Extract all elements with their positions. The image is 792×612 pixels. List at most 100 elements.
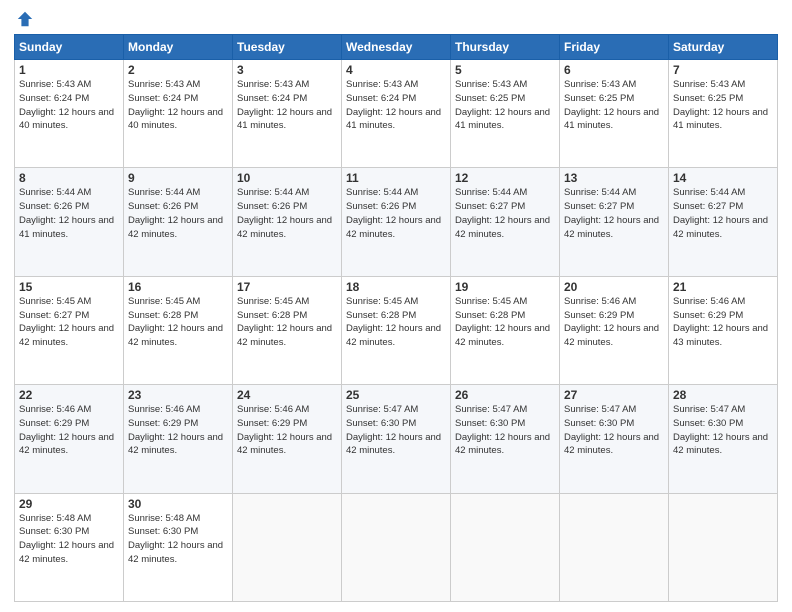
day-number: 12 xyxy=(455,171,555,185)
day-info: Sunrise: 5:43 AM Sunset: 6:25 PM Dayligh… xyxy=(564,78,664,133)
day-info: Sunrise: 5:44 AM Sunset: 6:26 PM Dayligh… xyxy=(19,186,119,241)
calendar-day-cell xyxy=(669,493,778,601)
day-number: 6 xyxy=(564,63,664,77)
day-info: Sunrise: 5:44 AM Sunset: 6:26 PM Dayligh… xyxy=(128,186,228,241)
calendar-day-cell: 7Sunrise: 5:43 AM Sunset: 6:25 PM Daylig… xyxy=(669,60,778,168)
calendar-day-cell xyxy=(451,493,560,601)
day-info: Sunrise: 5:45 AM Sunset: 6:27 PM Dayligh… xyxy=(19,295,119,350)
day-number: 7 xyxy=(673,63,773,77)
calendar-day-cell: 8Sunrise: 5:44 AM Sunset: 6:26 PM Daylig… xyxy=(15,168,124,276)
day-of-week-header: Thursday xyxy=(451,35,560,60)
day-number: 4 xyxy=(346,63,446,77)
calendar-day-cell: 4Sunrise: 5:43 AM Sunset: 6:24 PM Daylig… xyxy=(342,60,451,168)
calendar-day-cell xyxy=(233,493,342,601)
day-info: Sunrise: 5:46 AM Sunset: 6:29 PM Dayligh… xyxy=(19,403,119,458)
day-number: 10 xyxy=(237,171,337,185)
day-number: 29 xyxy=(19,497,119,511)
calendar-day-cell: 6Sunrise: 5:43 AM Sunset: 6:25 PM Daylig… xyxy=(560,60,669,168)
day-info: Sunrise: 5:43 AM Sunset: 6:25 PM Dayligh… xyxy=(455,78,555,133)
day-number: 9 xyxy=(128,171,228,185)
calendar-table: SundayMondayTuesdayWednesdayThursdayFrid… xyxy=(14,34,778,602)
day-info: Sunrise: 5:44 AM Sunset: 6:27 PM Dayligh… xyxy=(673,186,773,241)
day-number: 26 xyxy=(455,388,555,402)
day-info: Sunrise: 5:47 AM Sunset: 6:30 PM Dayligh… xyxy=(455,403,555,458)
day-number: 11 xyxy=(346,171,446,185)
calendar-week-row: 29Sunrise: 5:48 AM Sunset: 6:30 PM Dayli… xyxy=(15,493,778,601)
day-info: Sunrise: 5:44 AM Sunset: 6:27 PM Dayligh… xyxy=(564,186,664,241)
day-info: Sunrise: 5:45 AM Sunset: 6:28 PM Dayligh… xyxy=(455,295,555,350)
day-info: Sunrise: 5:46 AM Sunset: 6:29 PM Dayligh… xyxy=(237,403,337,458)
header xyxy=(14,10,778,28)
day-info: Sunrise: 5:43 AM Sunset: 6:25 PM Dayligh… xyxy=(673,78,773,133)
calendar-day-cell: 18Sunrise: 5:45 AM Sunset: 6:28 PM Dayli… xyxy=(342,276,451,384)
calendar-day-cell: 1Sunrise: 5:43 AM Sunset: 6:24 PM Daylig… xyxy=(15,60,124,168)
day-info: Sunrise: 5:48 AM Sunset: 6:30 PM Dayligh… xyxy=(19,512,119,567)
calendar-week-row: 8Sunrise: 5:44 AM Sunset: 6:26 PM Daylig… xyxy=(15,168,778,276)
day-info: Sunrise: 5:45 AM Sunset: 6:28 PM Dayligh… xyxy=(346,295,446,350)
calendar-day-cell: 16Sunrise: 5:45 AM Sunset: 6:28 PM Dayli… xyxy=(124,276,233,384)
day-info: Sunrise: 5:47 AM Sunset: 6:30 PM Dayligh… xyxy=(564,403,664,458)
day-info: Sunrise: 5:47 AM Sunset: 6:30 PM Dayligh… xyxy=(346,403,446,458)
day-info: Sunrise: 5:45 AM Sunset: 6:28 PM Dayligh… xyxy=(237,295,337,350)
day-of-week-header: Friday xyxy=(560,35,669,60)
calendar-page: SundayMondayTuesdayWednesdayThursdayFrid… xyxy=(0,0,792,612)
day-of-week-header: Sunday xyxy=(15,35,124,60)
calendar-day-cell: 14Sunrise: 5:44 AM Sunset: 6:27 PM Dayli… xyxy=(669,168,778,276)
day-info: Sunrise: 5:45 AM Sunset: 6:28 PM Dayligh… xyxy=(128,295,228,350)
calendar-day-cell: 24Sunrise: 5:46 AM Sunset: 6:29 PM Dayli… xyxy=(233,385,342,493)
day-info: Sunrise: 5:43 AM Sunset: 6:24 PM Dayligh… xyxy=(19,78,119,133)
calendar-day-cell: 29Sunrise: 5:48 AM Sunset: 6:30 PM Dayli… xyxy=(15,493,124,601)
calendar-day-cell: 26Sunrise: 5:47 AM Sunset: 6:30 PM Dayli… xyxy=(451,385,560,493)
calendar-day-cell: 12Sunrise: 5:44 AM Sunset: 6:27 PM Dayli… xyxy=(451,168,560,276)
calendar-day-cell xyxy=(342,493,451,601)
day-of-week-header: Wednesday xyxy=(342,35,451,60)
day-number: 22 xyxy=(19,388,119,402)
day-of-week-header: Saturday xyxy=(669,35,778,60)
day-info: Sunrise: 5:44 AM Sunset: 6:26 PM Dayligh… xyxy=(237,186,337,241)
day-number: 19 xyxy=(455,280,555,294)
calendar-week-row: 1Sunrise: 5:43 AM Sunset: 6:24 PM Daylig… xyxy=(15,60,778,168)
calendar-day-cell: 19Sunrise: 5:45 AM Sunset: 6:28 PM Dayli… xyxy=(451,276,560,384)
day-info: Sunrise: 5:43 AM Sunset: 6:24 PM Dayligh… xyxy=(237,78,337,133)
day-number: 27 xyxy=(564,388,664,402)
calendar-header-row: SundayMondayTuesdayWednesdayThursdayFrid… xyxy=(15,35,778,60)
day-number: 1 xyxy=(19,63,119,77)
calendar-day-cell: 21Sunrise: 5:46 AM Sunset: 6:29 PM Dayli… xyxy=(669,276,778,384)
day-number: 3 xyxy=(237,63,337,77)
calendar-day-cell: 17Sunrise: 5:45 AM Sunset: 6:28 PM Dayli… xyxy=(233,276,342,384)
day-number: 15 xyxy=(19,280,119,294)
calendar-day-cell: 10Sunrise: 5:44 AM Sunset: 6:26 PM Dayli… xyxy=(233,168,342,276)
day-number: 16 xyxy=(128,280,228,294)
day-number: 20 xyxy=(564,280,664,294)
day-info: Sunrise: 5:47 AM Sunset: 6:30 PM Dayligh… xyxy=(673,403,773,458)
day-info: Sunrise: 5:46 AM Sunset: 6:29 PM Dayligh… xyxy=(128,403,228,458)
day-info: Sunrise: 5:46 AM Sunset: 6:29 PM Dayligh… xyxy=(564,295,664,350)
day-number: 24 xyxy=(237,388,337,402)
day-number: 8 xyxy=(19,171,119,185)
calendar-day-cell: 3Sunrise: 5:43 AM Sunset: 6:24 PM Daylig… xyxy=(233,60,342,168)
calendar-week-row: 15Sunrise: 5:45 AM Sunset: 6:27 PM Dayli… xyxy=(15,276,778,384)
day-number: 13 xyxy=(564,171,664,185)
logo-icon xyxy=(16,10,34,28)
calendar-day-cell: 25Sunrise: 5:47 AM Sunset: 6:30 PM Dayli… xyxy=(342,385,451,493)
day-number: 23 xyxy=(128,388,228,402)
calendar-day-cell: 30Sunrise: 5:48 AM Sunset: 6:30 PM Dayli… xyxy=(124,493,233,601)
day-of-week-header: Monday xyxy=(124,35,233,60)
calendar-day-cell: 13Sunrise: 5:44 AM Sunset: 6:27 PM Dayli… xyxy=(560,168,669,276)
calendar-day-cell: 23Sunrise: 5:46 AM Sunset: 6:29 PM Dayli… xyxy=(124,385,233,493)
calendar-week-row: 22Sunrise: 5:46 AM Sunset: 6:29 PM Dayli… xyxy=(15,385,778,493)
calendar-day-cell: 11Sunrise: 5:44 AM Sunset: 6:26 PM Dayli… xyxy=(342,168,451,276)
logo xyxy=(14,10,34,28)
day-number: 2 xyxy=(128,63,228,77)
day-number: 25 xyxy=(346,388,446,402)
calendar-day-cell: 5Sunrise: 5:43 AM Sunset: 6:25 PM Daylig… xyxy=(451,60,560,168)
calendar-day-cell: 9Sunrise: 5:44 AM Sunset: 6:26 PM Daylig… xyxy=(124,168,233,276)
day-info: Sunrise: 5:48 AM Sunset: 6:30 PM Dayligh… xyxy=(128,512,228,567)
calendar-day-cell: 27Sunrise: 5:47 AM Sunset: 6:30 PM Dayli… xyxy=(560,385,669,493)
day-number: 21 xyxy=(673,280,773,294)
calendar-day-cell: 22Sunrise: 5:46 AM Sunset: 6:29 PM Dayli… xyxy=(15,385,124,493)
calendar-day-cell: 20Sunrise: 5:46 AM Sunset: 6:29 PM Dayli… xyxy=(560,276,669,384)
day-number: 18 xyxy=(346,280,446,294)
day-info: Sunrise: 5:43 AM Sunset: 6:24 PM Dayligh… xyxy=(128,78,228,133)
calendar-day-cell xyxy=(560,493,669,601)
